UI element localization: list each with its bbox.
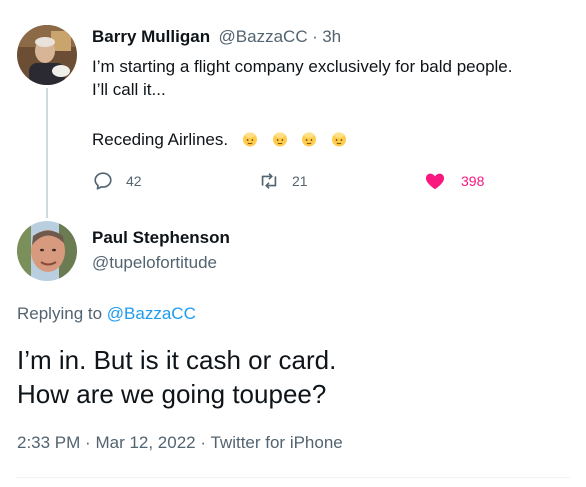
retweet-count: 21 <box>292 173 308 189</box>
reply-source[interactable]: Twitter for iPhone <box>210 433 342 452</box>
reply-text-line1: I’m in. But is it cash or card. <box>17 345 337 375</box>
parent-tweet-header: Barry Mulligan @BazzaCC · 3h <box>92 27 341 47</box>
retweet-icon <box>261 173 277 189</box>
like-count: 398 <box>461 173 485 189</box>
reply-count: 42 <box>126 173 142 189</box>
meta-dot-2: · <box>200 433 207 452</box>
reply-text-line2: How are we going toupee? <box>17 379 327 409</box>
parent-tweet-text-line1: I’m starting a flight company exclusivel… <box>92 57 513 76</box>
header-separator: · <box>312 27 318 46</box>
reply-author-handle[interactable]: @tupelofortitude <box>92 253 217 273</box>
reply-author-name[interactable]: Paul Stephenson <box>92 228 230 248</box>
parent-tweet-text-line3: Receding Airlines. <box>92 130 229 149</box>
bald-person-emoji <box>242 132 257 147</box>
meta-dot-1: · <box>85 433 91 452</box>
reply-icon <box>94 172 112 190</box>
parent-tweet-time[interactable]: 3h <box>322 27 341 46</box>
parent-author-handle[interactable]: @BazzaCC <box>219 27 308 46</box>
bottom-divider <box>16 477 570 478</box>
heart-icon <box>425 173 445 190</box>
parent-tweet-text-line3-row: Receding Airlines. <box>92 128 347 151</box>
avatar-barry[interactable] <box>17 25 77 85</box>
reply-meta-line: 2:33 PM · Mar 12, 2022 · Twitter for iPh… <box>17 433 343 453</box>
bald-person-emoji <box>332 132 347 147</box>
like-action[interactable]: 398 <box>424 170 484 192</box>
thread-connector-line <box>46 88 48 218</box>
retweet-action[interactable]: 21 <box>258 170 308 192</box>
bald-person-emoji <box>302 132 317 147</box>
replying-to-line: Replying to @BazzaCC <box>17 304 196 324</box>
replying-to-link[interactable]: @BazzaCC <box>107 304 196 323</box>
parent-tweet-text-line2: I’ll call it... <box>92 80 166 99</box>
bald-person-emoji <box>272 132 287 147</box>
avatar-paul[interactable] <box>17 221 77 281</box>
replying-to-prefix: Replying to <box>17 304 103 323</box>
reply-time[interactable]: 2:33 PM <box>17 433 80 452</box>
reply-action[interactable]: 42 <box>92 170 142 192</box>
reply-date[interactable]: Mar 12, 2022 <box>95 433 195 452</box>
parent-author-name[interactable]: Barry Mulligan <box>92 27 210 46</box>
